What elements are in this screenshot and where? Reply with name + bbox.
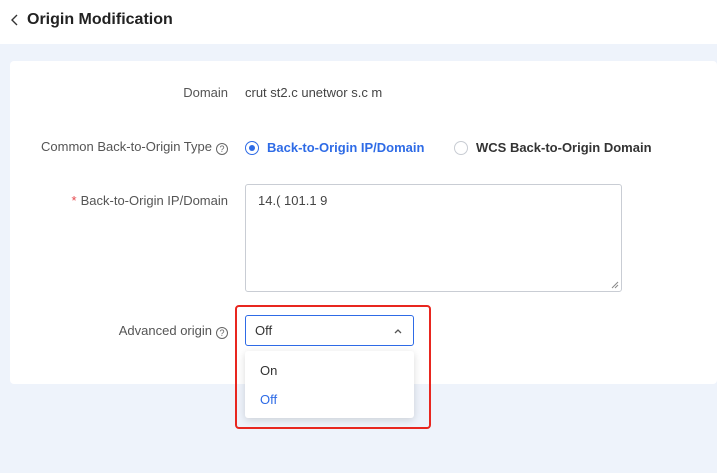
radio-back-to-origin-ip[interactable]: Back-to-Origin IP/Domain — [245, 140, 424, 156]
chevron-left-icon[interactable] — [8, 11, 22, 29]
dropdown-option-on[interactable]: On — [245, 357, 414, 385]
radio-label: Back-to-Origin IP/Domain — [267, 140, 425, 155]
radio-dot-checked — [245, 141, 259, 155]
domain-label: Domain — [183, 85, 228, 100]
select-value: Off — [255, 323, 273, 338]
required-mark: * — [71, 193, 77, 208]
question-circle-icon[interactable]: ? — [216, 327, 228, 339]
advanced-origin-label: Advanced origin? — [119, 323, 228, 339]
radio-wcs-back-to-origin[interactable]: WCS Back-to-Origin Domain — [454, 140, 652, 156]
resize-handle-icon[interactable] — [611, 281, 619, 289]
origin-type-label: Common Back-to-Origin Type? — [41, 139, 228, 155]
origin-ip-textarea[interactable]: 14.( 101.1 9 — [245, 184, 622, 292]
radio-label: WCS Back-to-Origin Domain — [476, 140, 652, 155]
page-header: Origin Modification — [0, 0, 717, 44]
origin-ip-label: * Back-to-Origin IP/Domain — [71, 193, 228, 208]
chevron-up-icon — [394, 329, 402, 334]
dropdown-option-off[interactable]: Off — [245, 386, 414, 414]
origin-ip-value: 14.( 101.1 9 — [258, 193, 328, 208]
question-circle-icon[interactable]: ? — [216, 143, 228, 155]
advanced-origin-dropdown: On Off — [245, 351, 414, 418]
radio-dot-unchecked — [454, 141, 468, 155]
domain-value: crut st2.c unetwor s.c m — [245, 85, 383, 100]
page-title: Origin Modification — [27, 11, 173, 28]
advanced-origin-select[interactable]: Off — [245, 315, 414, 346]
